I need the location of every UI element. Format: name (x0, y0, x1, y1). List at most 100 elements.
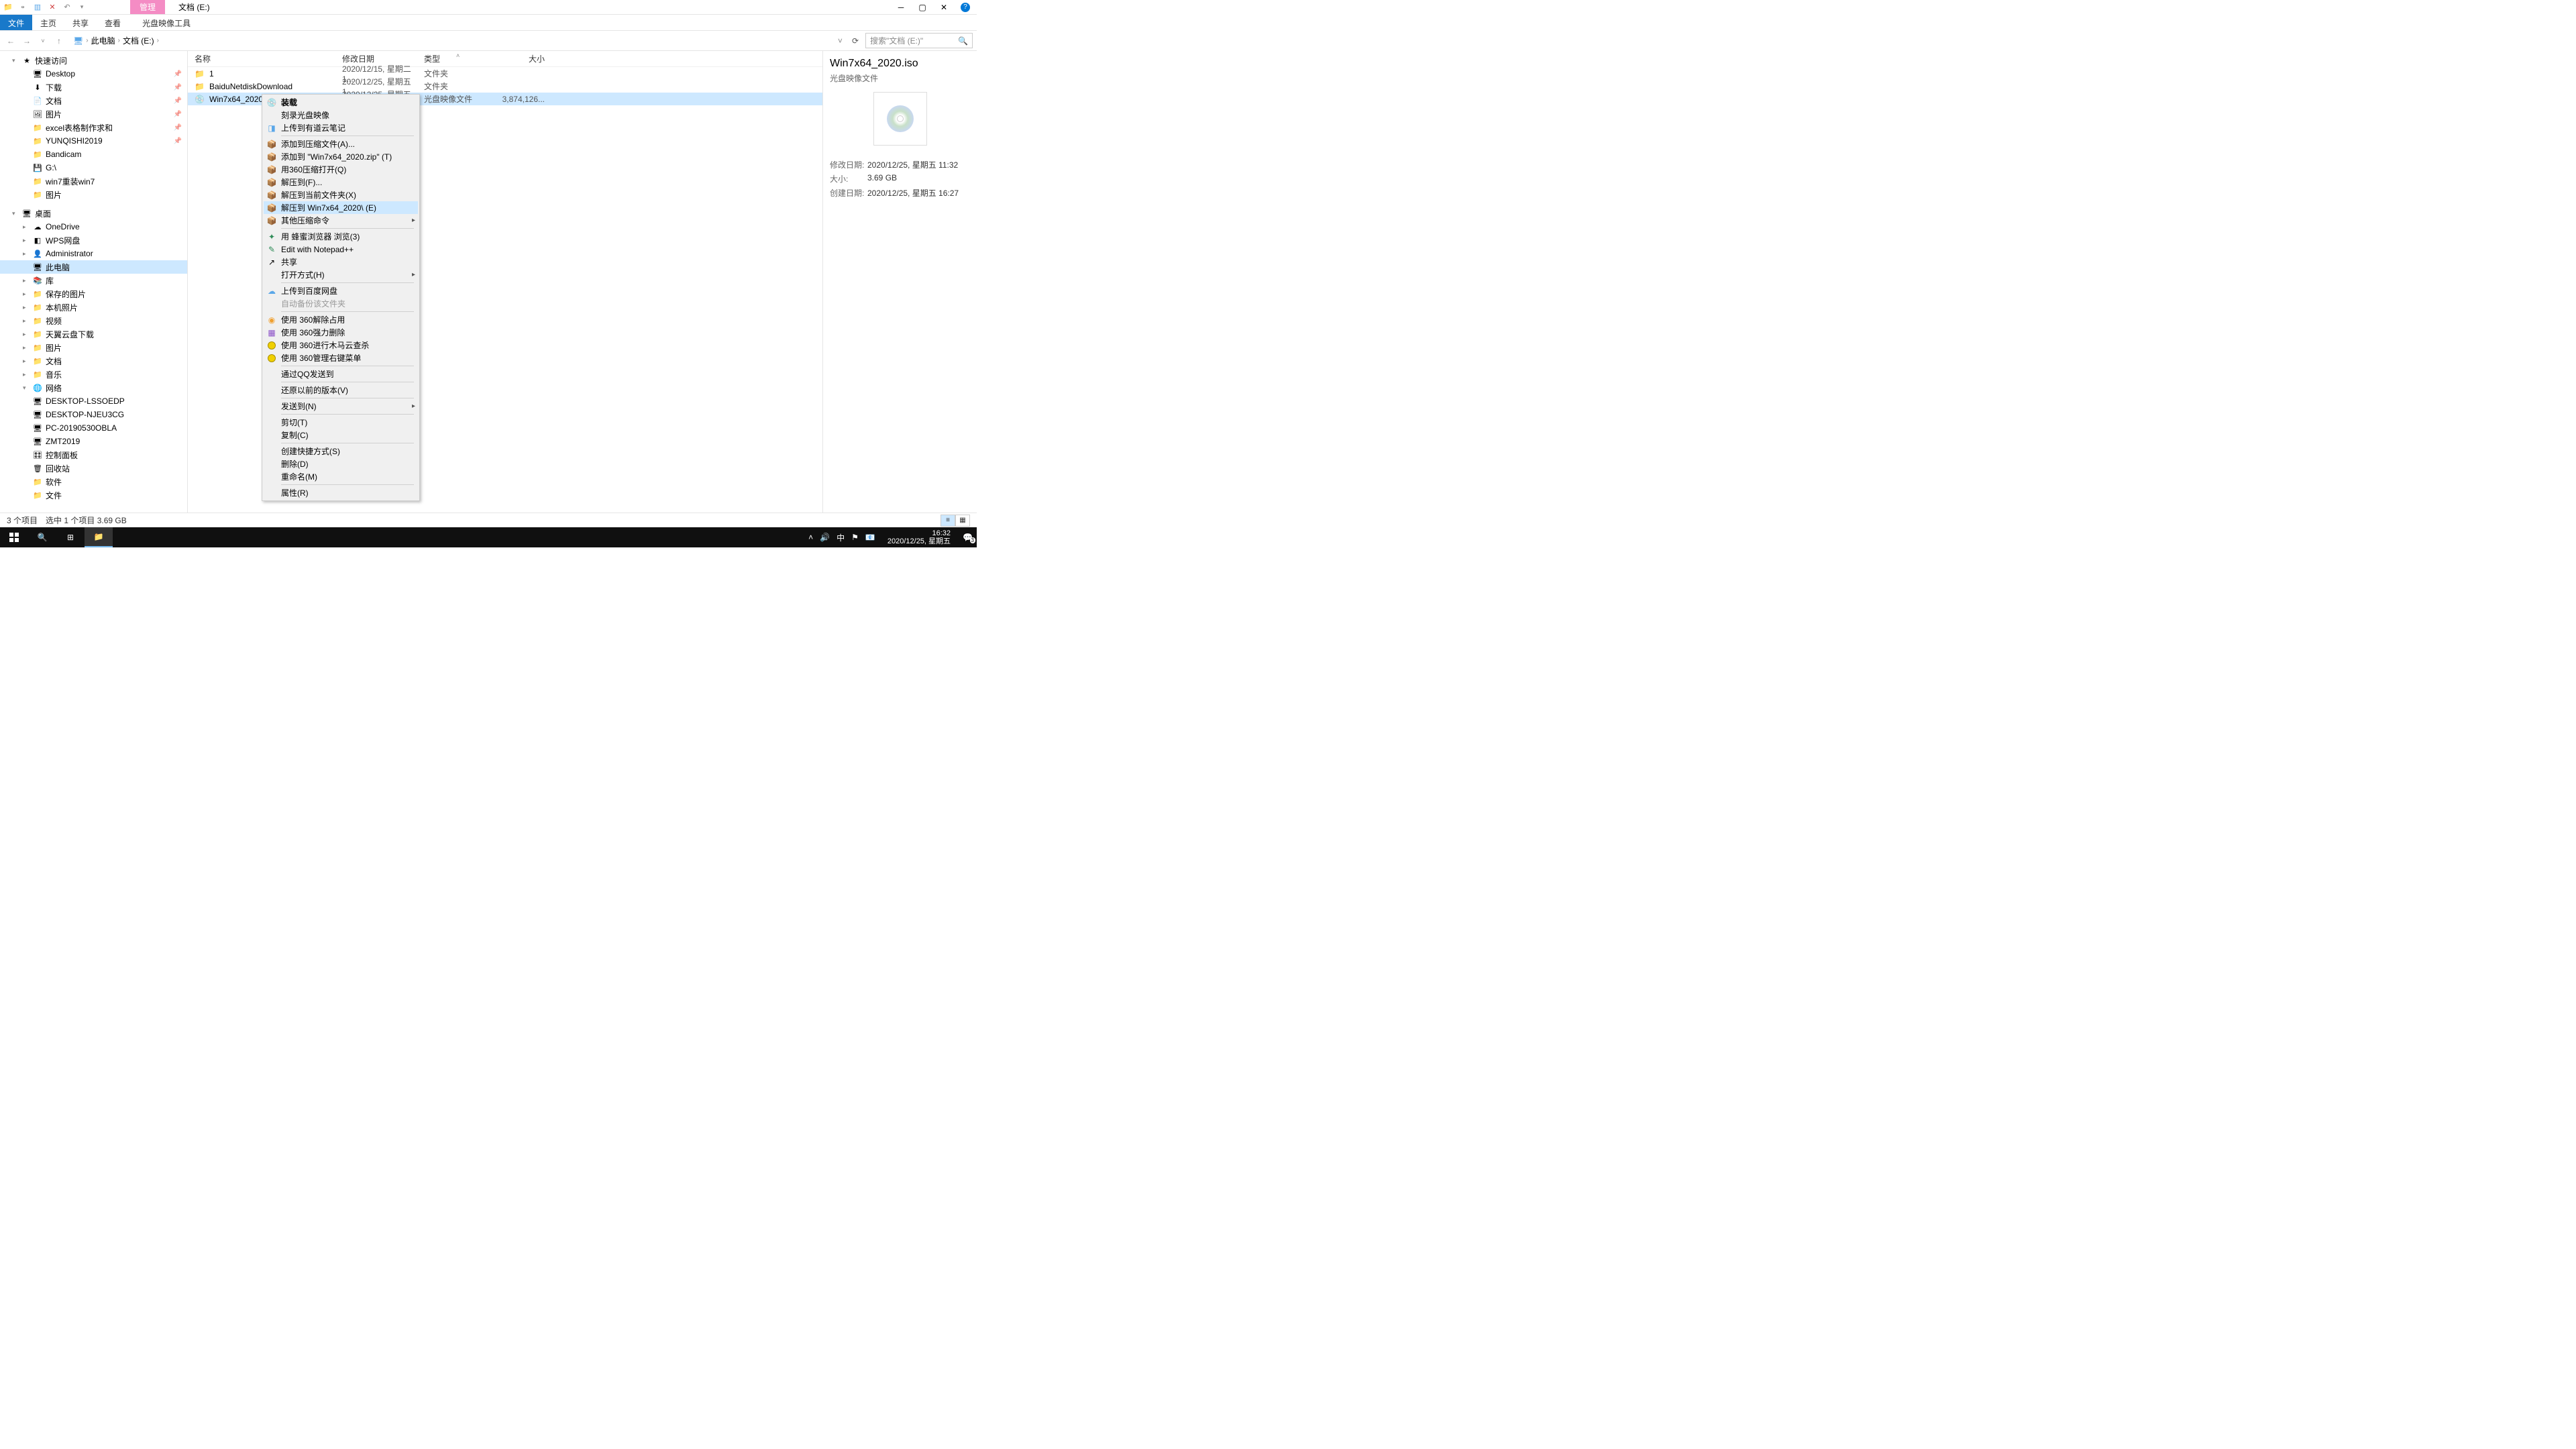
expand-chevron-icon[interactable]: ▸ (23, 290, 30, 298)
expand-chevron-icon[interactable]: ▸ (23, 277, 30, 284)
column-name[interactable]: 名称 (195, 53, 342, 64)
share-tab[interactable]: 共享 (64, 15, 97, 30)
expand-chevron-icon[interactable]: ▸ (23, 223, 30, 231)
tree-item[interactable]: ▾🌐网络 (0, 381, 187, 394)
clock[interactable]: 16:32 2020/12/25, 星期五 (882, 529, 956, 545)
tree-item[interactable]: ▸📁保存的图片 (0, 287, 187, 301)
navigation-pane[interactable]: ▾★快速访问🖥Desktop📌⬇下载📌📄文档📌🖼图片📌📁excel表格制作求和📌… (0, 51, 188, 513)
context-menu-item[interactable]: 发送到(N)▸ (264, 400, 418, 413)
context-menu-item[interactable]: 📦用360压缩打开(Q) (264, 163, 418, 176)
context-menu-item[interactable]: 💿装载 (264, 96, 418, 109)
tree-item[interactable]: 🎛控制面板 (0, 448, 187, 462)
tree-item[interactable]: ▸📁文档 (0, 354, 187, 368)
task-view-button[interactable]: ⊞ (56, 527, 85, 547)
context-menu-item[interactable]: ✦用 蜂蜜浏览器 浏览(3) (264, 230, 418, 243)
context-menu-item[interactable]: 📦解压到 Win7x64_2020\ (E) (264, 201, 418, 214)
tree-item[interactable]: ▸📚库 (0, 274, 187, 287)
search-button[interactable]: 🔍 (28, 527, 56, 547)
search-icon[interactable]: 🔍 (958, 36, 968, 46)
qat-item[interactable]: ▫ (17, 2, 28, 13)
explorer-taskbar-button[interactable]: 📁 (85, 527, 113, 547)
tree-item[interactable]: ▸📁视频 (0, 314, 187, 327)
expand-chevron-icon[interactable]: ▸ (23, 371, 30, 378)
search-input[interactable]: 搜索"文档 (E:)" 🔍 (865, 33, 973, 48)
context-menu-item[interactable]: ◉使用 360解除占用 (264, 313, 418, 326)
ime-indicator[interactable]: 中 (837, 532, 845, 543)
column-size[interactable]: 大小 (491, 53, 545, 64)
tree-item[interactable]: 🖥DESKTOP-NJEU3CG (0, 408, 187, 421)
tree-item[interactable]: ▾🖥桌面 (0, 207, 187, 220)
qat-delete-icon[interactable]: ✕ (47, 2, 58, 13)
qat-undo-icon[interactable]: ↶ (62, 2, 72, 13)
context-menu-item[interactable]: ▦使用 360强力删除 (264, 326, 418, 339)
expand-chevron-icon[interactable]: ▾ (12, 57, 19, 64)
context-menu-item[interactable]: 📦添加到压缩文件(A)... (264, 138, 418, 150)
up-button[interactable]: ↑ (52, 34, 66, 48)
close-button[interactable]: ✕ (939, 3, 949, 12)
context-menu-item[interactable]: 打开方式(H)▸ (264, 268, 418, 281)
context-menu-item[interactable]: 刻录光盘映像 (264, 109, 418, 121)
expand-chevron-icon[interactable]: ▸ (23, 331, 30, 338)
context-menu-item[interactable]: ◨上传到有道云笔记 (264, 121, 418, 134)
recent-dropdown[interactable]: ˅ (36, 34, 50, 48)
tree-item[interactable]: 🗑回收站 (0, 462, 187, 475)
breadcrumb[interactable]: 🖥 › 此电脑 › 文档 (E:) › (68, 33, 833, 48)
expand-chevron-icon[interactable]: ▾ (12, 210, 19, 217)
context-menu-item[interactable]: 复制(C) (264, 429, 418, 441)
tree-item[interactable]: 📁Bandicam (0, 148, 187, 161)
expand-chevron-icon[interactable]: ▸ (23, 237, 30, 244)
tree-item[interactable]: 📁图片 (0, 188, 187, 201)
tree-item[interactable]: ⬇下载📌 (0, 80, 187, 94)
context-menu-item[interactable]: 📦添加到 "Win7x64_2020.zip" (T) (264, 150, 418, 163)
tree-item[interactable]: 📁win7重装win7 (0, 174, 187, 188)
context-menu-item[interactable]: 创建快捷方式(S) (264, 445, 418, 458)
back-button[interactable]: ← (4, 34, 17, 48)
manage-contextual-tab[interactable]: 管理 (130, 0, 165, 14)
file-tab[interactable]: 文件 (0, 15, 32, 30)
chevron-right-icon[interactable]: › (157, 37, 159, 44)
tree-item[interactable]: 📁excel表格制作求和📌 (0, 121, 187, 134)
tree-item[interactable]: ▸👤Administrator (0, 247, 187, 260)
chevron-right-icon[interactable]: › (118, 37, 120, 44)
tray-overflow-icon[interactable]: ˄ (808, 533, 813, 542)
tree-item[interactable]: 📄文档📌 (0, 94, 187, 107)
tree-item[interactable]: ▸☁OneDrive (0, 220, 187, 233)
file-row[interactable]: 📁12020/12/15, 星期二 1...文件夹 (188, 67, 822, 80)
home-tab[interactable]: 主页 (32, 15, 64, 30)
context-menu-item[interactable]: 通过QQ发送到 (264, 368, 418, 380)
context-menu-item[interactable]: ↗共享 (264, 256, 418, 268)
expand-chevron-icon[interactable]: ▸ (23, 344, 30, 352)
qat-item[interactable]: ▥ (32, 2, 43, 13)
tree-item[interactable]: 🖥DESKTOP-LSSOEDP (0, 394, 187, 408)
tree-item[interactable]: ▸📁音乐 (0, 368, 187, 381)
chevron-right-icon[interactable]: › (86, 37, 88, 44)
minimize-button[interactable]: ─ (896, 3, 906, 12)
breadcrumb-segment[interactable]: 此电脑 (91, 35, 115, 46)
tree-item[interactable]: 📁文件 (0, 488, 187, 502)
context-menu-item[interactable]: 剪切(T) (264, 416, 418, 429)
context-menu-item[interactable]: 属性(R) (264, 486, 418, 499)
breadcrumb-segment[interactable]: 文档 (E:) (123, 35, 154, 46)
file-row[interactable]: 📁BaiduNetdiskDownload2020/12/25, 星期五 1..… (188, 80, 822, 93)
tree-item[interactable]: 📁YUNQISHI2019📌 (0, 134, 187, 148)
context-menu-item[interactable]: 📦其他压缩命令▸ (264, 214, 418, 227)
context-menu-item[interactable]: 删除(D) (264, 458, 418, 470)
start-button[interactable] (0, 527, 28, 547)
tree-item[interactable]: ▸📁图片 (0, 341, 187, 354)
tree-item[interactable]: ▸📁本机照片 (0, 301, 187, 314)
context-menu-item[interactable]: ✎Edit with Notepad++ (264, 243, 418, 256)
tree-item[interactable]: 💾G:\ (0, 161, 187, 174)
context-menu-item[interactable]: 📦解压到(F)... (264, 176, 418, 189)
tree-item[interactable]: 📁软件 (0, 475, 187, 488)
context-menu-item[interactable]: 还原以前的版本(V) (264, 384, 418, 396)
tree-item[interactable]: 🖥ZMT2019 (0, 435, 187, 448)
tree-item[interactable]: 🖥Desktop📌 (0, 67, 187, 80)
volume-icon[interactable]: 🔊 (820, 533, 830, 542)
tree-item[interactable]: ▾★快速访问 (0, 54, 187, 67)
tree-item[interactable]: 🖥PC-20190530OBLA (0, 421, 187, 435)
details-view-button[interactable]: ≡ (941, 515, 955, 527)
expand-chevron-icon[interactable]: ▾ (23, 384, 30, 392)
expand-chevron-icon[interactable]: ▸ (23, 317, 30, 325)
context-menu-item[interactable]: 使用 360管理右键菜单 (264, 352, 418, 364)
tray-icon[interactable]: ⚑ (851, 533, 859, 542)
